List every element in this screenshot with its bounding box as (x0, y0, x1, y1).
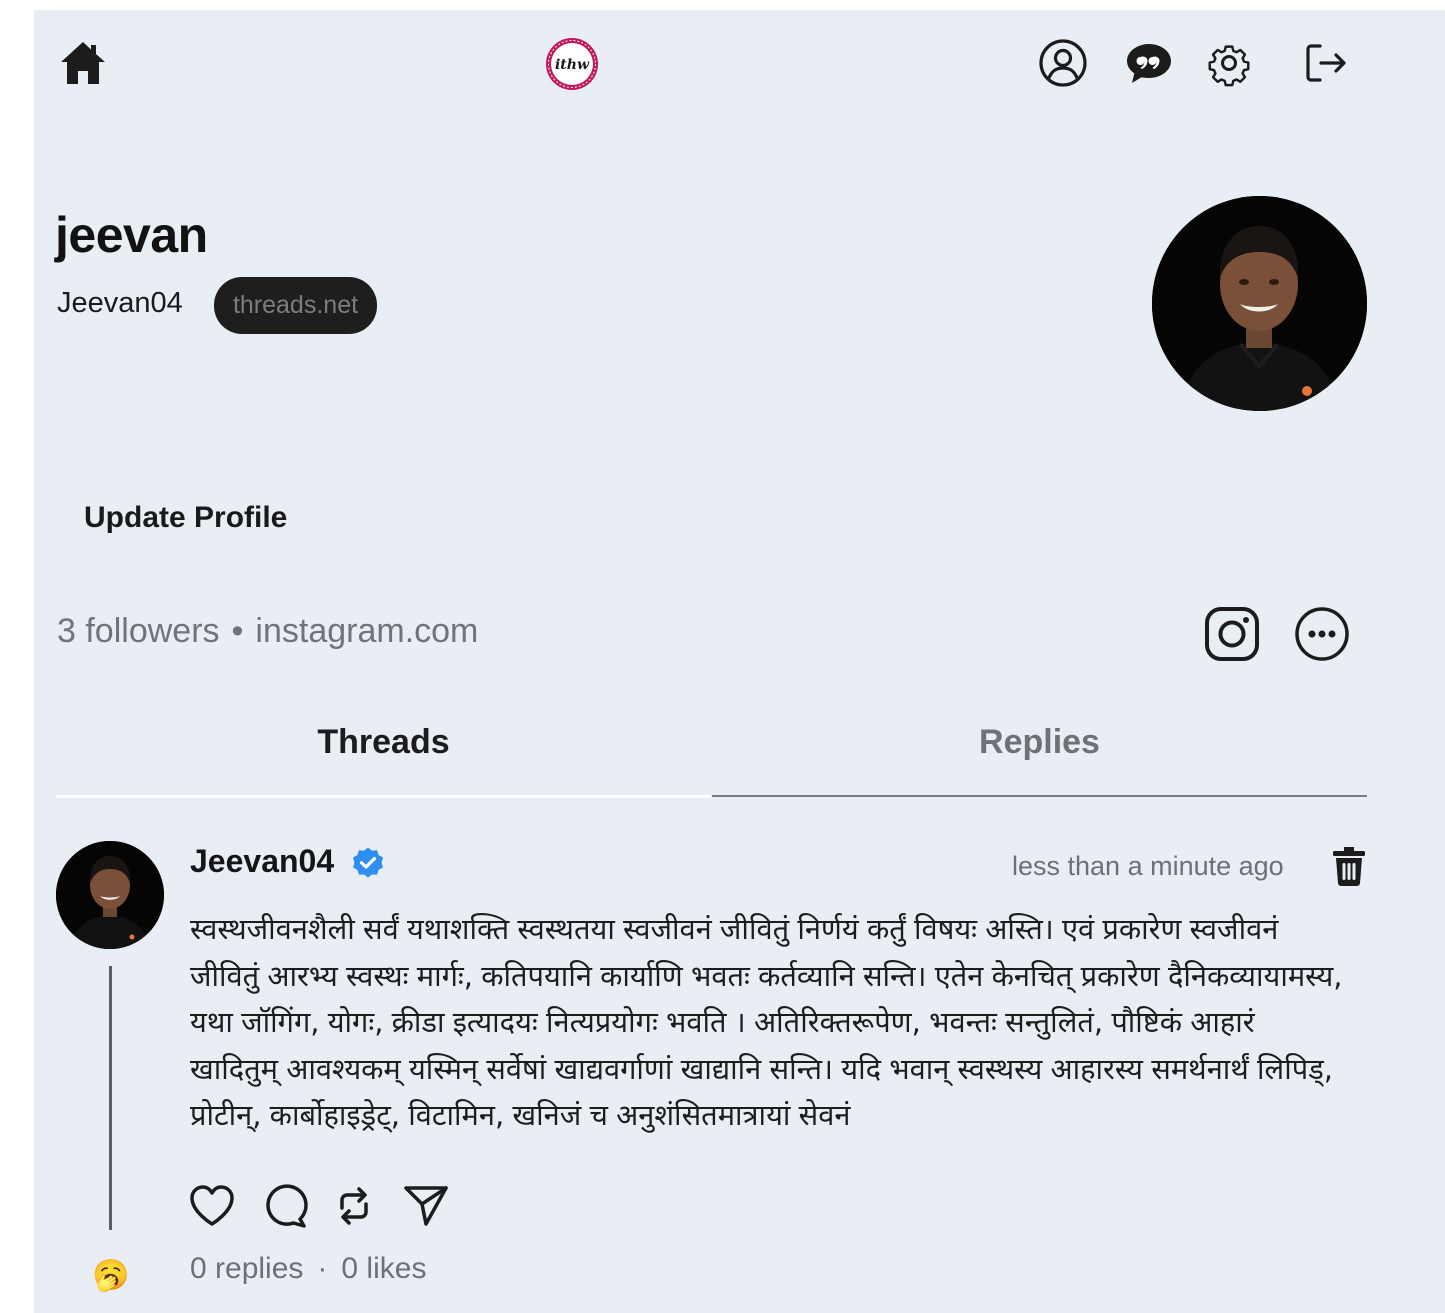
followers-count[interactable]: 3 followers (57, 612, 220, 650)
stats-separator: • (231, 612, 244, 650)
profile-name: jeevan (55, 207, 208, 263)
profile-link[interactable]: instagram.com (255, 612, 478, 650)
profile-username: Jeevan04 (57, 287, 183, 319)
replies-count[interactable]: 0 replies (190, 1252, 303, 1285)
repost-icon[interactable] (330, 1182, 378, 1230)
post-timestamp: less than a minute ago (1012, 851, 1284, 881)
chat-icon[interactable] (1124, 38, 1174, 88)
likes-count[interactable]: 0 likes (341, 1252, 426, 1285)
app-logo[interactable]: ithw (544, 36, 600, 92)
instagram-icon[interactable] (1202, 604, 1262, 664)
home-icon[interactable] (58, 38, 108, 88)
tab-threads[interactable]: Threads (56, 700, 711, 798)
profile-icon[interactable] (1038, 38, 1088, 88)
more-options-icon[interactable] (1293, 605, 1351, 663)
comment-icon[interactable] (260, 1182, 308, 1230)
tab-replies[interactable]: Replies (712, 700, 1367, 797)
svg-text:ithw: ithw (555, 57, 590, 73)
verified-badge-icon (351, 846, 385, 880)
profile-stats: 3 followers • instagram.com (57, 612, 478, 651)
post-stats-separator: · (317, 1252, 328, 1285)
update-profile-button[interactable]: Update Profile (56, 485, 326, 551)
delete-icon[interactable] (1330, 844, 1368, 886)
reply-avatar-emoji: 🥱 (92, 1259, 130, 1292)
logout-icon[interactable] (1302, 38, 1352, 88)
post-author-avatar[interactable] (56, 841, 164, 949)
post-text: स्वस्थजीवनशैली सर्वं यथाशक्ति स्वस्थतया … (190, 912, 1343, 1133)
post-username[interactable]: Jeevan04 (190, 843, 334, 880)
post-stats: 0 replies · 0 likes (190, 1252, 426, 1286)
settings-icon[interactable] (1204, 38, 1254, 88)
profile-avatar[interactable] (1152, 196, 1367, 411)
domain-badge: threads.net (214, 277, 377, 334)
share-icon[interactable] (402, 1182, 450, 1230)
like-icon[interactable] (188, 1182, 236, 1230)
thread-line (109, 966, 112, 1230)
